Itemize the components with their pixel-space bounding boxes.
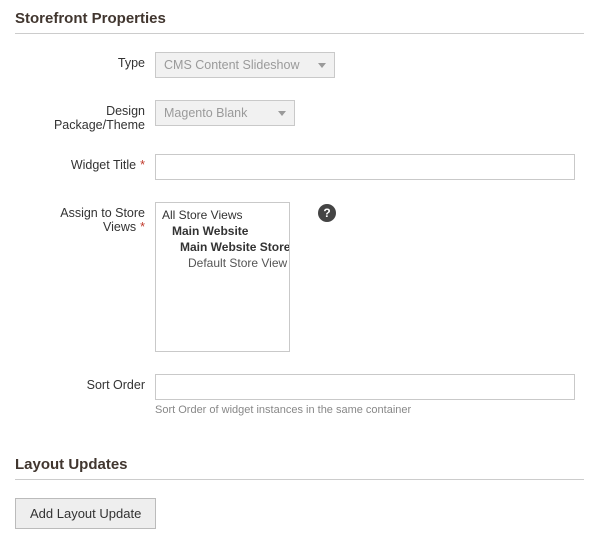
theme-select-value: Magento Blank: [164, 106, 247, 120]
label-sort-order: Sort Order: [15, 374, 155, 392]
store-view-option[interactable]: Main Website Store: [158, 239, 287, 255]
add-layout-update-button[interactable]: Add Layout Update: [15, 498, 156, 529]
label-type: Type: [15, 52, 155, 70]
type-select-value: CMS Content Slideshow: [164, 58, 299, 72]
section-title-layout-updates: Layout Updates: [15, 456, 584, 480]
help-icon[interactable]: ?: [318, 204, 336, 222]
chevron-down-icon: [278, 111, 286, 116]
label-widget-title: Widget Title*: [15, 154, 155, 172]
store-views-multiselect[interactable]: All Store Views Main Website Main Websit…: [155, 202, 290, 352]
chevron-down-icon: [318, 63, 326, 68]
store-view-option[interactable]: Main Website: [158, 223, 287, 239]
sort-order-input[interactable]: [155, 374, 575, 400]
widget-title-input[interactable]: [155, 154, 575, 180]
label-theme: Design Package/Theme: [15, 100, 155, 132]
theme-select: Magento Blank: [155, 100, 295, 126]
label-store-views: Assign to Store Views*: [15, 202, 155, 234]
section-title-storefront: Storefront Properties: [15, 10, 584, 34]
type-select: CMS Content Slideshow: [155, 52, 335, 78]
required-marker: *: [140, 220, 145, 234]
sort-order-hint: Sort Order of widget instances in the sa…: [155, 404, 584, 416]
store-view-option[interactable]: All Store Views: [158, 207, 287, 223]
required-marker: *: [140, 158, 145, 172]
store-view-option[interactable]: Default Store View: [158, 255, 287, 271]
